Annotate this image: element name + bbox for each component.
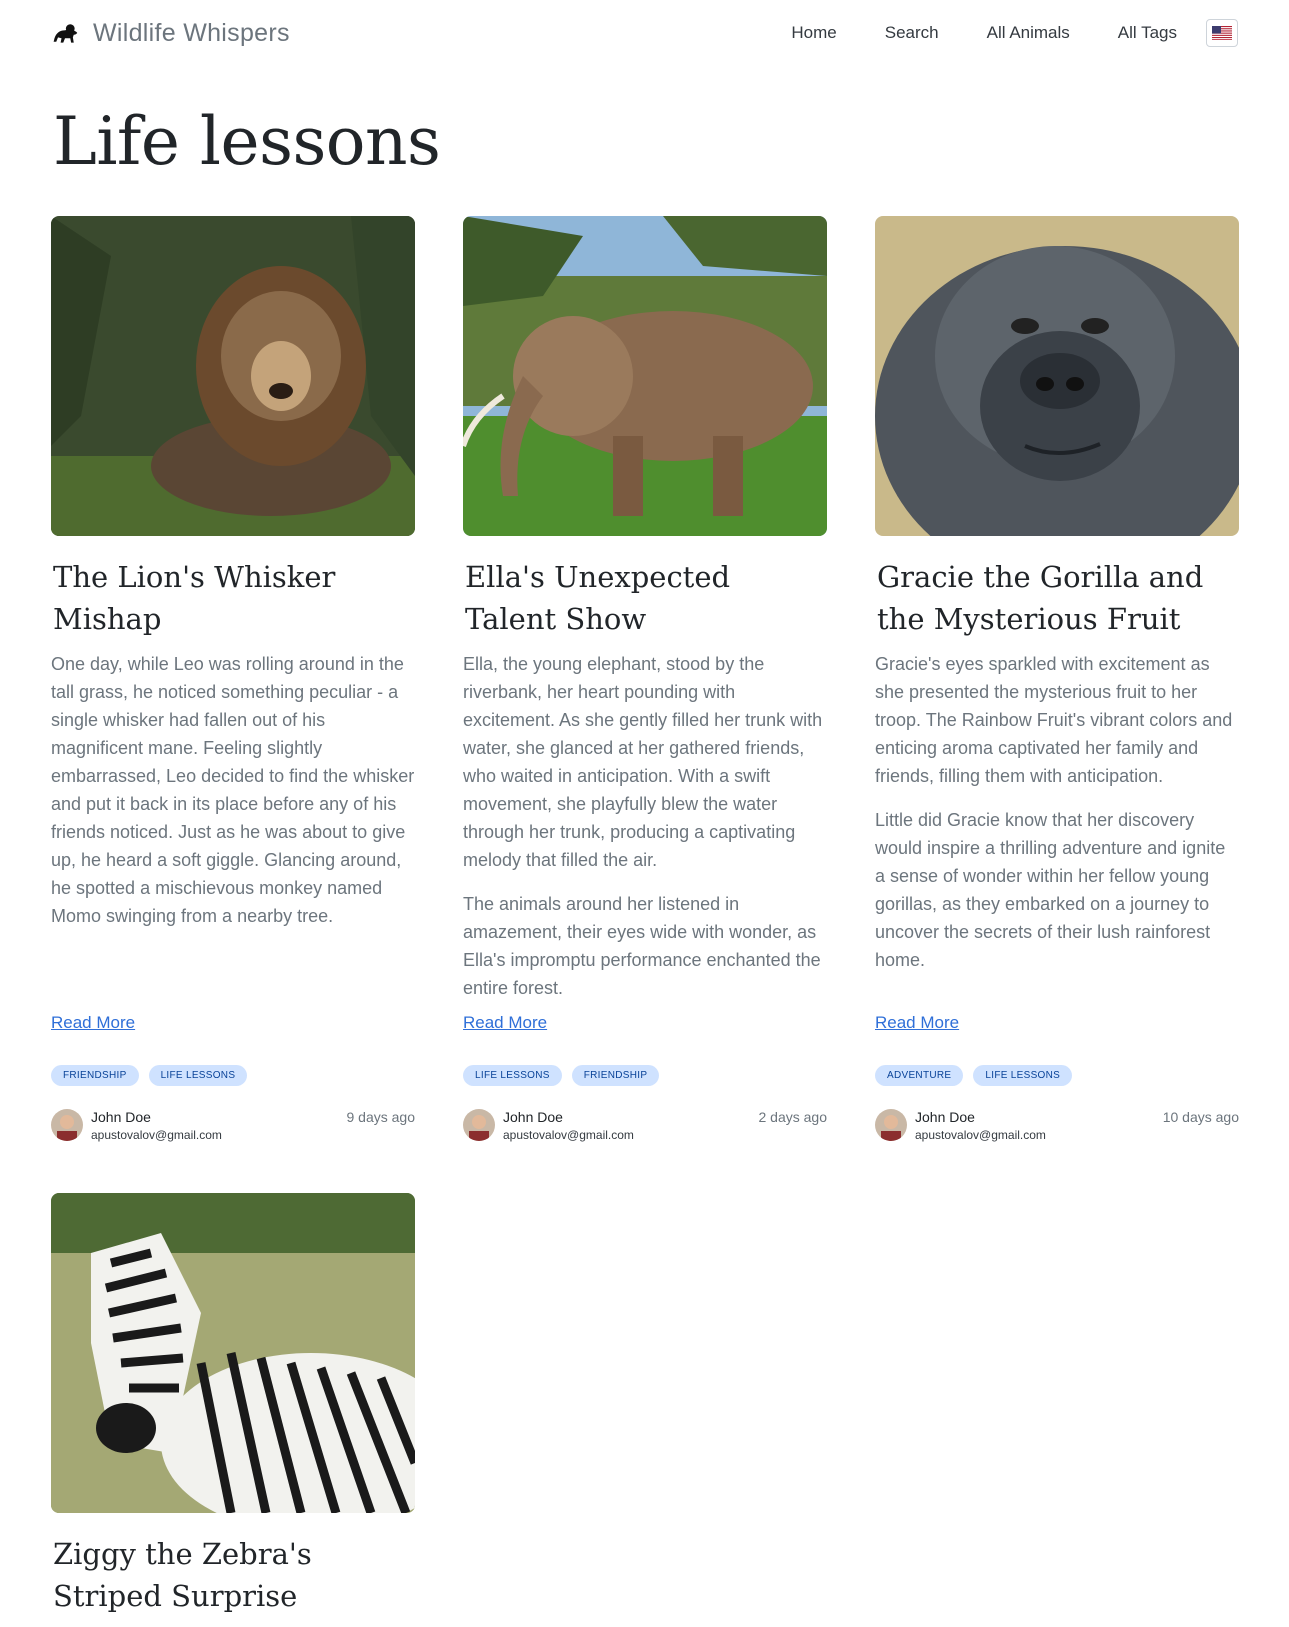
post-time: 9 days ago (346, 1109, 416, 1125)
zebra-photo[interactable] (51, 1193, 415, 1513)
card-excerpt: Gracie's eyes sparkled with excitement a… (875, 654, 1233, 786)
author-name: John Doe (915, 1109, 975, 1125)
tag-badge[interactable]: Friendship (571, 1065, 660, 1086)
tag-list: Adventure Life Lessons (875, 1065, 1073, 1086)
nav-all-animals[interactable]: All Animals (987, 23, 1070, 43)
card-excerpt: Little did Gracie know that her discover… (875, 810, 1226, 970)
author-row: John Doe apustovalov@gmail.com 9 days ag… (51, 1109, 415, 1145)
avatar (463, 1109, 495, 1141)
nav-all-tags[interactable]: All Tags (1118, 23, 1177, 43)
story-card: Gracie the Gorilla and the Mysterious Fr… (875, 216, 1239, 1142)
tag-badge[interactable]: Life Lessons (148, 1065, 248, 1086)
elephant-photo[interactable] (463, 216, 827, 536)
nav-search[interactable]: Search (885, 23, 939, 43)
story-card: The Lion's Whisker Mishap One day, while… (51, 216, 415, 1142)
tag-badge[interactable]: Adventure (875, 1065, 964, 1086)
story-card: Ziggy the Zebra's Striped Surprise (51, 1193, 415, 1627)
card-title[interactable]: Ziggy the Zebra's Striped Surprise (53, 1533, 415, 1617)
language-selector[interactable] (1206, 19, 1238, 47)
author-name: John Doe (503, 1109, 563, 1125)
author-row: John Doe apustovalov@gmail.com 2 days ag… (463, 1109, 827, 1145)
brand-title: Wildlife Whispers (93, 18, 290, 47)
tag-badge[interactable]: Life Lessons (973, 1065, 1073, 1086)
author-email: apustovalov@gmail.com (91, 1128, 222, 1142)
top-navbar: Wildlife Whispers Home Search All Animal… (0, 0, 1289, 66)
card-title[interactable]: Gracie the Gorilla and the Mysterious Fr… (877, 556, 1239, 640)
author-row: John Doe apustovalov@gmail.com 10 days a… (875, 1109, 1239, 1145)
author-name: John Doe (91, 1109, 151, 1125)
card-title[interactable]: The Lion's Whisker Mishap (53, 556, 415, 640)
lion-logo-icon (53, 24, 78, 43)
gorilla-photo[interactable] (875, 216, 1239, 536)
author-email: apustovalov@gmail.com (915, 1128, 1046, 1142)
read-more-link[interactable]: Read More (51, 1013, 135, 1033)
tag-badge[interactable]: Life Lessons (463, 1065, 562, 1086)
read-more-link[interactable]: Read More (875, 1013, 959, 1033)
lion-photo[interactable] (51, 216, 415, 536)
brand[interactable]: Wildlife Whispers (51, 19, 290, 48)
post-time: 2 days ago (758, 1109, 828, 1125)
us-flag-icon (1212, 26, 1232, 40)
post-time: 10 days ago (1162, 1109, 1239, 1125)
avatar (51, 1109, 83, 1141)
tag-badge[interactable]: Friendship (51, 1065, 139, 1086)
author-email: apustovalov@gmail.com (503, 1128, 634, 1142)
story-card: Ella's Unexpected Talent Show Ella, the … (463, 216, 827, 1142)
main-nav: Home Search All Animals All Tags (791, 23, 1177, 43)
tag-list: Life Lessons Friendship (463, 1065, 660, 1086)
avatar (875, 1109, 907, 1141)
card-excerpt: One day, while Leo was rolling around in… (51, 654, 415, 926)
page-title: Life lessons (53, 103, 441, 180)
card-excerpt: The animals around her listened in amaze… (463, 894, 821, 998)
nav-home[interactable]: Home (791, 23, 836, 43)
card-excerpt: Ella, the young elephant, stood by the r… (463, 654, 823, 870)
read-more-link[interactable]: Read More (463, 1013, 547, 1033)
tag-list: Friendship Life Lessons (51, 1065, 248, 1086)
card-title[interactable]: Ella's Unexpected Talent Show (465, 556, 827, 640)
